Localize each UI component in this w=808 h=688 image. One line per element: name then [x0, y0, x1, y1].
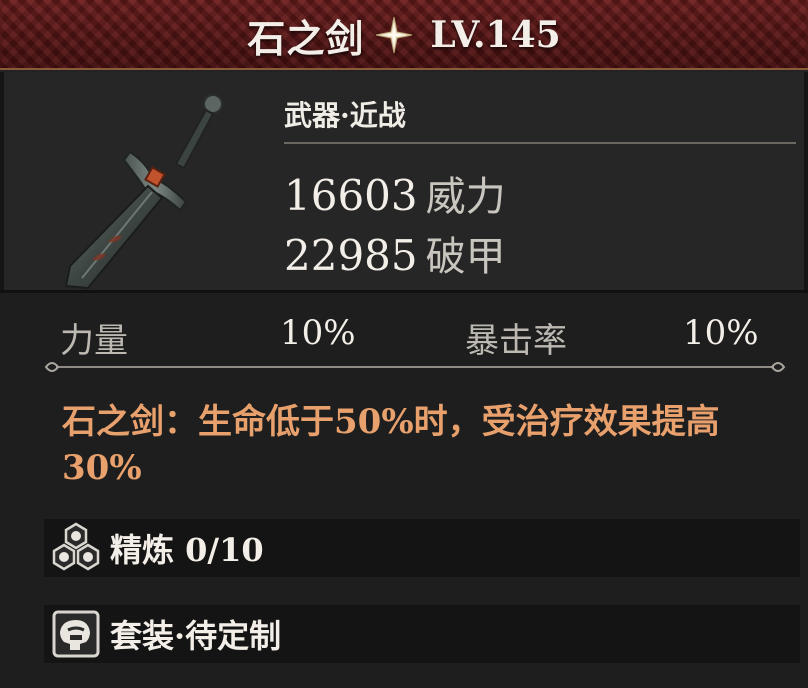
- set-row[interactable]: 套装·待定制: [44, 605, 800, 663]
- item-summary: 武器·近战 16603 威力 22985 破甲: [0, 72, 808, 292]
- stat-armor-break: 22985 破甲: [284, 224, 506, 282]
- attribute-value: 10%: [683, 313, 759, 353]
- stat-value: 22985: [284, 231, 418, 280]
- stat-label: 破甲: [425, 234, 506, 280]
- item-name: 石之剑: [247, 15, 365, 61]
- refine-label: 精炼 0/10: [110, 531, 264, 569]
- stone-sword-icon: [64, 94, 223, 290]
- item-tooltip: 石之剑 LV.145 武器·近战 16603 威力 22985 破甲 力量 10…: [0, 0, 808, 688]
- sparkle-star-icon: [376, 16, 413, 54]
- stat-power: 16603 威力: [284, 164, 506, 222]
- stat-label: 威力: [425, 174, 506, 220]
- special-effect-text: 石之剑：生命低于50%时，受治疗效果提高30%: [62, 402, 720, 488]
- hexagon-cluster-icon: [52, 522, 100, 571]
- armor-set-icon: [52, 610, 100, 658]
- category-divider: [284, 142, 796, 144]
- stat-value: 16603: [284, 171, 418, 220]
- item-category: 武器·近战: [284, 99, 406, 132]
- attribute-row: 力量 10% 暴击率 10%: [0, 313, 808, 361]
- attribute-value: 10%: [280, 313, 356, 353]
- refine-row[interactable]: 精炼 0/10: [44, 519, 800, 577]
- item-attributes: 力量 10% 暴击率 10% 石之剑：生命低于50%时，受治疗效果提高30% 精…: [0, 293, 808, 688]
- item-level: LV.145: [430, 14, 561, 56]
- item-header: 石之剑 LV.145: [0, 0, 808, 70]
- ornament-divider: [44, 362, 786, 372]
- set-label: 套装·待定制: [110, 617, 282, 655]
